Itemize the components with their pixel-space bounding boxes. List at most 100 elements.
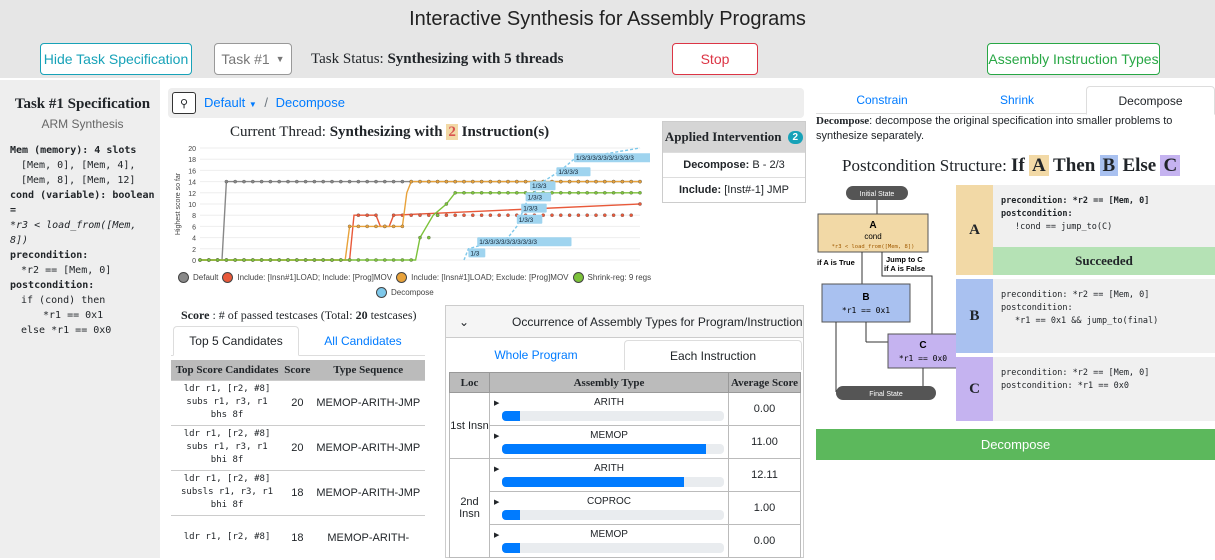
assembly-type-cell[interactable]: ▶ COPROC (489, 491, 729, 525)
chevron-down-icon[interactable]: ⌄ (446, 315, 482, 329)
node-b[interactable] (821, 283, 911, 323)
caret-right-icon[interactable]: ▶ (494, 498, 499, 506)
caret-right-icon[interactable]: ▶ (494, 531, 499, 539)
data-point (347, 258, 352, 262)
breadcrumb-default[interactable]: Default (204, 95, 245, 110)
legend-item[interactable]: Decompose (391, 288, 434, 297)
condition-row-c[interactable]: C precondition: *r2 == [Mem, 0] postcond… (956, 357, 1215, 421)
occurrence-bar (502, 543, 724, 553)
breadcrumb: ⚲ Default ▼ / Decompose (168, 88, 804, 118)
condition-row-b[interactable]: B precondition: *r2 == [Mem, 0] postcond… (956, 279, 1215, 353)
table-row[interactable]: ldr r1, [r2, #8] subsls r1, r3, r1 bhi 8f … (171, 469, 425, 515)
caret-right-icon[interactable]: ▶ (494, 399, 499, 407)
occurrence-header[interactable]: ⌄ Occurrence of Assembly Types for Progr… (446, 306, 803, 338)
annotation-label: 1/3/3/3 (558, 169, 578, 176)
data-point (198, 258, 202, 262)
chart-title-num: 2 (446, 124, 458, 140)
task-select[interactable]: Task #1 ▼ (214, 43, 292, 75)
legend-item[interactable]: Include: [Insn#1]LOAD; Exclude: [Prog]MO… (411, 273, 568, 282)
spec-subtitle: ARM Synthesis (41, 117, 124, 131)
chart-title: Current Thread: Synthesizing with 2 Inst… (230, 124, 549, 141)
y-tick-label: 12 (188, 191, 196, 198)
candidate-tabs: Top 5 Candidates All Candidates (171, 326, 425, 356)
breadcrumb-current[interactable]: Decompose (276, 95, 345, 110)
assembly-type-cell[interactable]: ▶ ARITH (489, 392, 729, 426)
intervention-row[interactable]: Include: [Inst#-1] JMP (663, 177, 805, 202)
assembly-type-cell[interactable]: ▶ MEMOP (489, 425, 729, 459)
cond-pre: precondition: *r2 == [Mem, 0] (1001, 196, 1150, 206)
data-point (330, 179, 334, 184)
legend-item[interactable]: Shrink-reg: 9 regs (588, 273, 652, 282)
assembly-type-cell[interactable]: ▶ ARITH (489, 458, 729, 492)
caret-right-icon[interactable]: ▶ (494, 465, 499, 473)
data-point (515, 179, 519, 184)
data-point (286, 258, 290, 262)
legend-marker (572, 272, 584, 283)
table-row[interactable]: ldr r1, [r2, #8] subs r1, r3, r1 bhs 8f 20… (171, 379, 425, 425)
data-point (462, 191, 466, 195)
caret-down-icon[interactable]: ▼ (249, 100, 257, 109)
table-row[interactable]: ldr r1, [r2, #8] subs r1, r3, r1 bhi 8f 20… (171, 424, 425, 470)
occurrence-bar (502, 411, 724, 421)
tab-constrain[interactable]: Constrain (816, 86, 948, 114)
data-point (629, 213, 633, 217)
data-point (321, 258, 325, 262)
data-point (629, 191, 633, 195)
table-row[interactable]: ldr r1, [r2, #8] 18 MEMOP-ARITH- (171, 514, 425, 560)
tree-icon[interactable]: ⚲ (172, 92, 196, 114)
assembly-types-button[interactable]: Assembly Instruction Types (987, 43, 1160, 75)
data-point (251, 258, 255, 262)
table-row: 2nd Insn ▶ ARITH 12.11 (449, 458, 801, 558)
node-b-title: B (862, 292, 869, 303)
task-status-label: Task Status: (311, 51, 384, 67)
stop-button[interactable]: Stop (672, 43, 758, 75)
data-point (594, 191, 598, 195)
tab-each-instruction[interactable]: Each Instruction (624, 340, 802, 370)
tab-top5-candidates[interactable]: Top 5 Candidates (173, 326, 299, 356)
data-point (233, 258, 237, 262)
tab-shrink[interactable]: Shrink (948, 86, 1086, 114)
data-point (356, 179, 361, 184)
keyword-then: Then (1053, 155, 1096, 176)
decompose-desc-text: : decompose the original specification i… (816, 115, 1173, 142)
table-row: 1st Insn ▶ ARITH 0.00 (449, 392, 801, 459)
node-a-cond: cond (864, 232, 881, 241)
caret-right-icon[interactable]: ▶ (494, 432, 499, 440)
legend-item[interactable]: Default (193, 273, 218, 282)
edge-label-true: if A is True (817, 258, 855, 267)
data-point (268, 179, 273, 184)
spec-line: *r1 == 0x1 (43, 310, 104, 321)
intervention-row[interactable]: Decompose: B - 2/3 (663, 152, 805, 177)
data-point (233, 179, 237, 184)
condition-row-a[interactable]: A precondition: *r2 == [Mem, 0] postcond… (956, 185, 1215, 275)
status-badge: Succeeded (993, 247, 1215, 275)
table-header-row: Loc Assembly Type Average Score (449, 372, 801, 393)
data-point (330, 258, 334, 262)
initial-state-label: Initial State (860, 191, 895, 198)
tab-whole-program[interactable]: Whole Program (446, 340, 626, 370)
candidate-types: MEMOP-ARITH-JMP (311, 379, 425, 425)
data-point (215, 258, 220, 262)
tab-decompose[interactable]: Decompose (1086, 86, 1215, 115)
data-point (251, 179, 255, 184)
decompose-button[interactable]: Decompose (816, 429, 1215, 460)
breadcrumb-separator: / (264, 95, 268, 110)
data-point (418, 213, 422, 217)
spec-panel: Task #1 Specification ARM Synthesis Mem … (0, 80, 160, 558)
spec-line: [Mem, 0], [Mem, 4], (21, 160, 136, 171)
hide-spec-button[interactable]: Hide Task Specification (40, 43, 192, 75)
assembly-type-cell[interactable]: ▶ MEMOP (489, 524, 729, 558)
y-tick-label: 20 (188, 146, 196, 153)
annotation-label: 1/3/3 (528, 194, 543, 201)
postcondition-structure: Postcondition Structure: If A Then B Els… (842, 155, 1181, 177)
candidate-types: MEMOP-ARITH-JMP (311, 469, 425, 515)
cond-label-c: C (956, 357, 993, 421)
top-bar: Interactive Synthesis for Assembly Progr… (0, 0, 1215, 78)
data-point (339, 179, 343, 184)
condition-table: A precondition: *r2 == [Mem, 0] postcond… (956, 185, 1215, 421)
legend-item[interactable]: Include: [Insn#1]LOAD; Include: [Prog]MO… (237, 273, 392, 282)
tab-all-candidates[interactable]: All Candidates (301, 326, 425, 356)
assembly-type-name: COPROC (587, 496, 631, 507)
data-point (374, 224, 378, 229)
data-point (391, 213, 396, 217)
